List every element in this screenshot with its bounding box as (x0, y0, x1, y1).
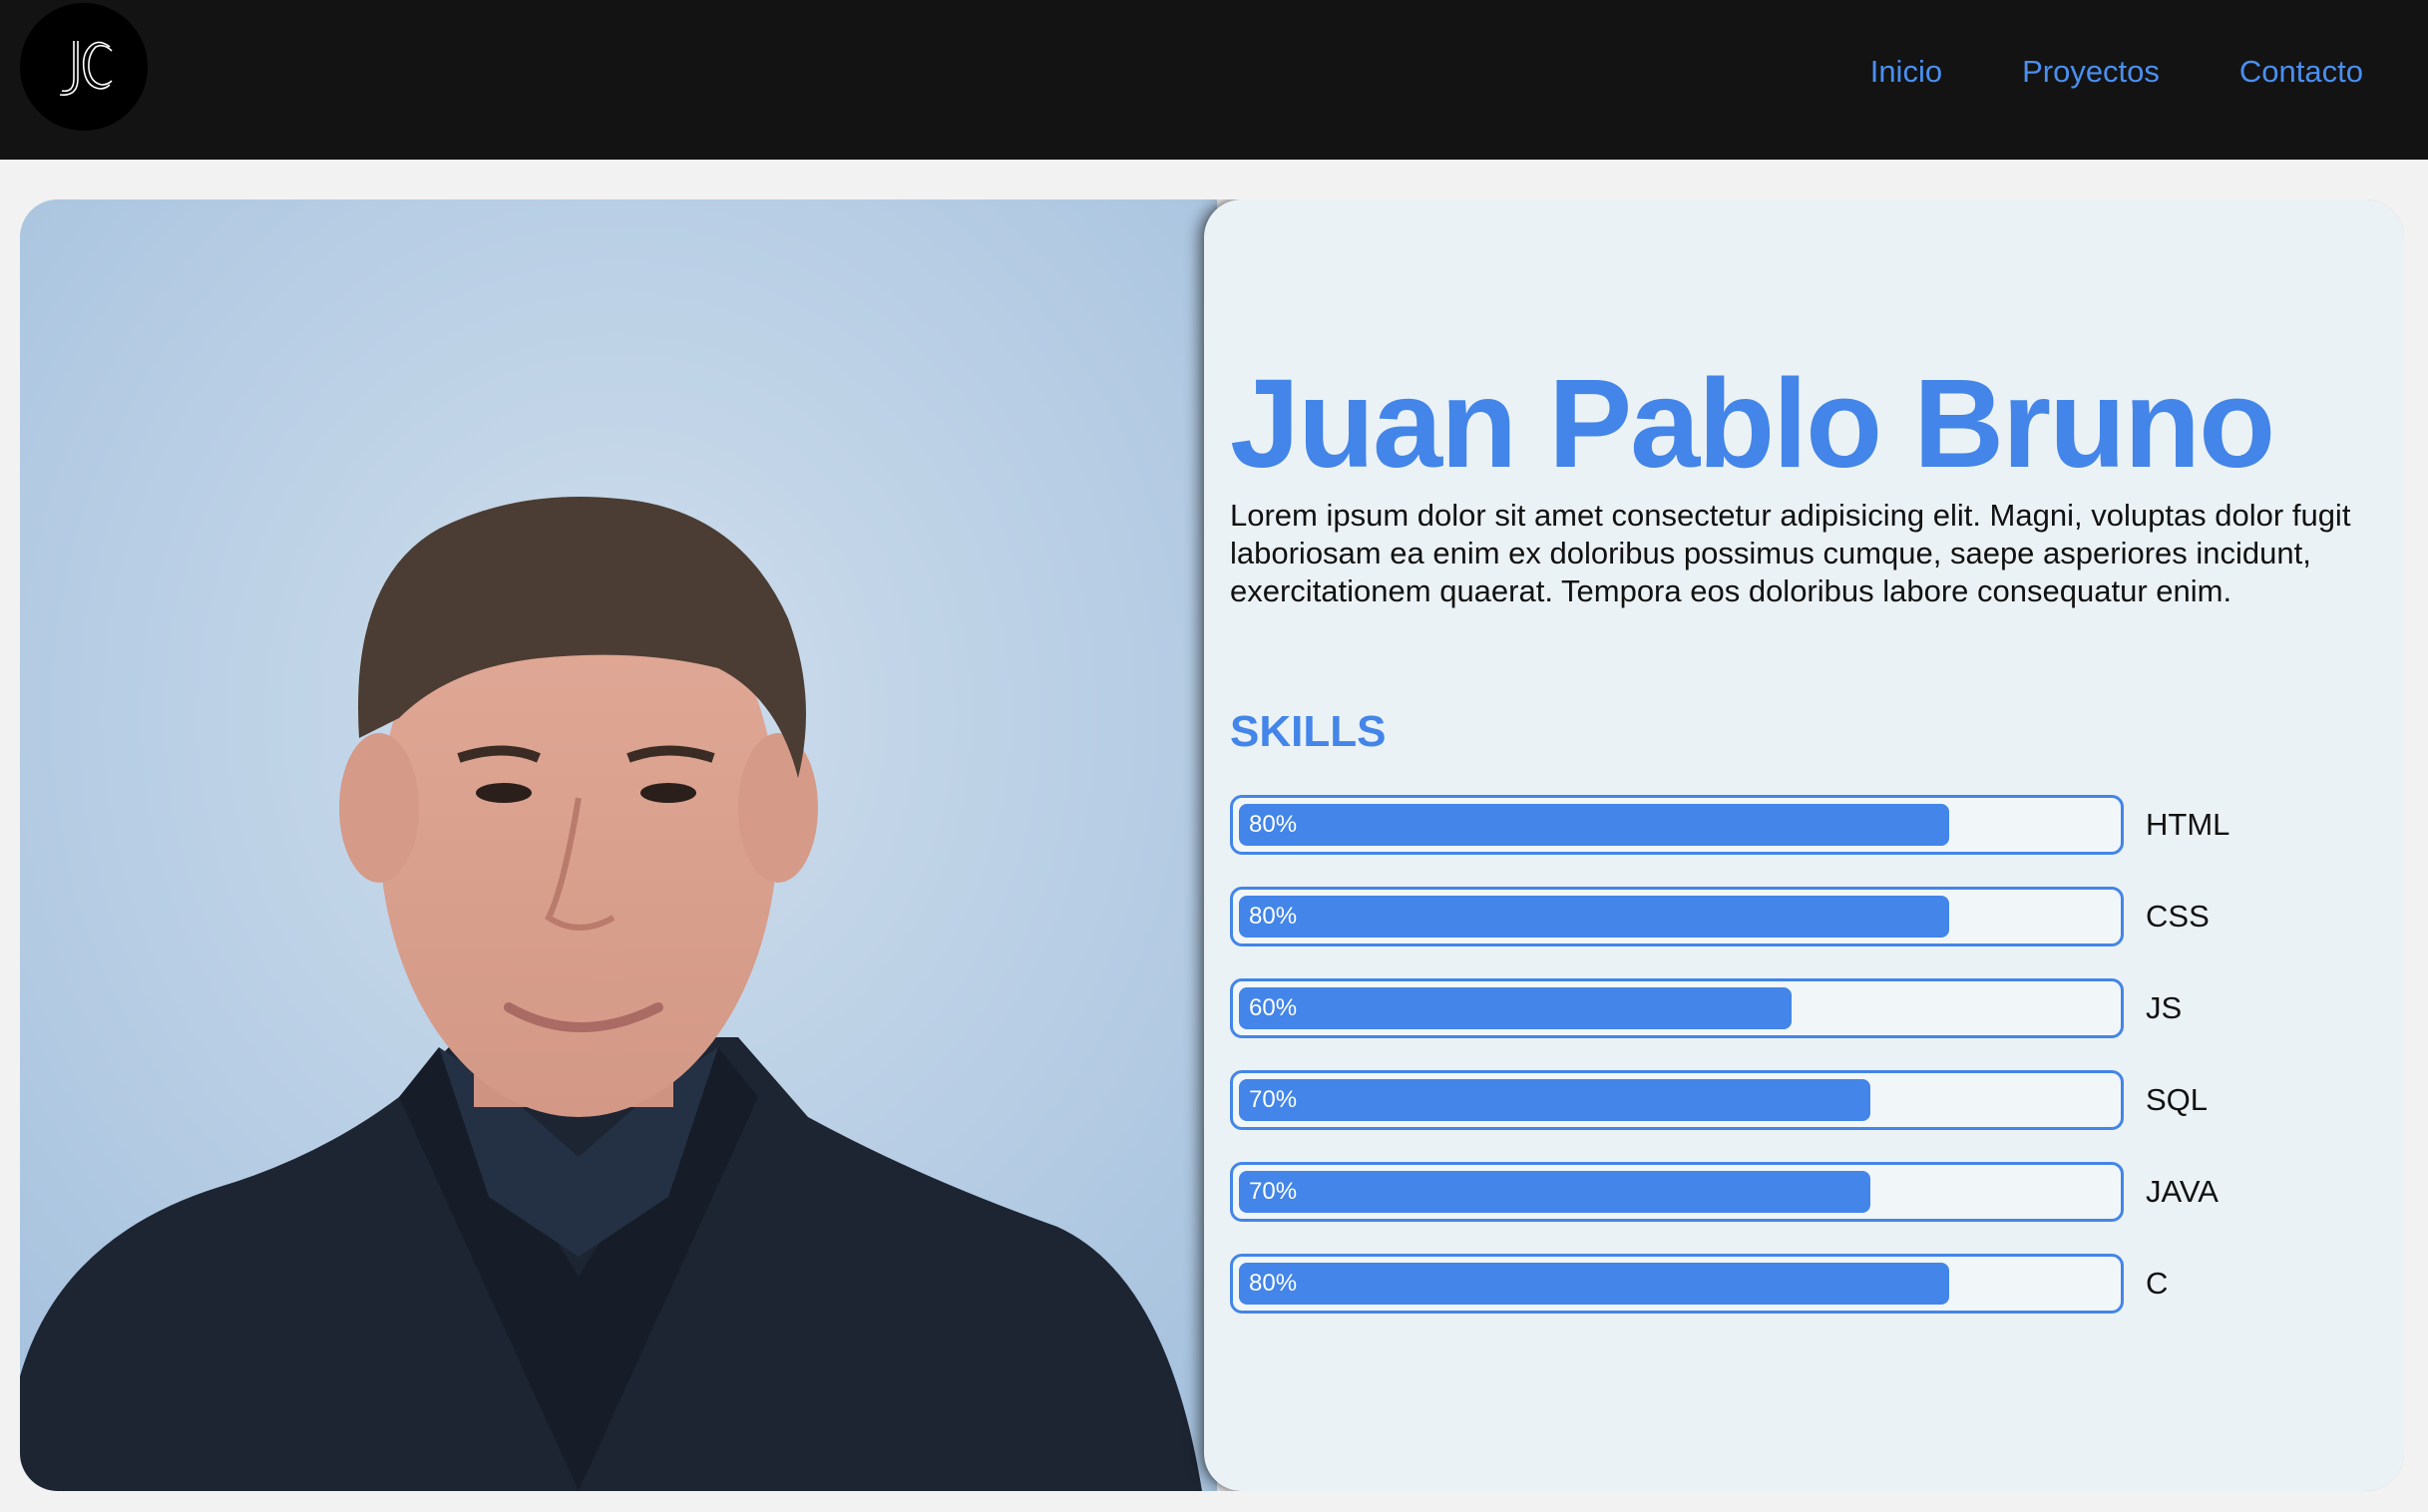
skill-name: CSS (2146, 899, 2210, 934)
skill-name: HTML (2146, 807, 2230, 842)
skill-name: JAVA (2146, 1174, 2219, 1209)
skill-name: SQL (2146, 1082, 2209, 1117)
skill-percent: 80% (1249, 903, 1298, 930)
skill-row-sql: 70% SQL (1230, 1070, 2377, 1130)
info-panel: Juan Pablo Bruno Lorem ipsum dolor sit a… (1204, 199, 2404, 1491)
main-nav: Inicio Proyectos Contacto (1870, 50, 2363, 94)
skill-bar-fill: 80% (1239, 896, 1949, 938)
skill-percent: 70% (1249, 1178, 1298, 1205)
skill-bar-track: 60% (1230, 978, 2124, 1038)
skill-bar-fill: 60% (1239, 987, 1792, 1029)
skill-percent: 80% (1249, 811, 1298, 838)
skill-percent: 60% (1249, 994, 1298, 1021)
skill-row-js: 60% JS (1230, 978, 2377, 1038)
skill-bar-track: 80% (1230, 1254, 2124, 1314)
skill-bar-track: 70% (1230, 1162, 2124, 1222)
profile-photo (20, 199, 1217, 1491)
skill-bar-fill: 70% (1239, 1079, 1870, 1121)
skill-bar-fill: 80% (1239, 1263, 1949, 1305)
skill-bar-fill: 70% (1239, 1171, 1870, 1213)
skill-name: JS (2146, 990, 2183, 1025)
skill-row-css: 80% CSS (1230, 887, 2377, 946)
skills-title: SKILLS (1230, 707, 1387, 756)
skill-row-html: 80% HTML (1230, 795, 2377, 855)
skill-percent: 80% (1249, 1270, 1298, 1297)
skill-bar-fill: 80% (1239, 804, 1949, 846)
skill-row-java: 70% JAVA (1230, 1162, 2377, 1222)
skill-row-c: 80% C (1230, 1254, 2377, 1314)
skill-bar-track: 80% (1230, 795, 2124, 855)
skill-bar-track: 70% (1230, 1070, 2124, 1130)
portrait-illustration (20, 199, 1217, 1491)
navbar: JC Inicio Proyectos Contacto (0, 0, 2428, 160)
skill-bar-track: 80% (1230, 887, 2124, 946)
nav-link-inicio[interactable]: Inicio (1870, 50, 1942, 94)
logo-icon (59, 41, 113, 96)
logo[interactable]: JC (20, 3, 148, 131)
profile-bio: Lorem ipsum dolor sit amet consectetur a… (1230, 498, 2351, 608)
nav-link-proyectos[interactable]: Proyectos (2022, 50, 2160, 94)
profile-name: Juan Pablo Bruno (1230, 353, 2275, 494)
nav-link-contacto[interactable]: Contacto (2239, 50, 2363, 94)
profile-card: Juan Pablo Bruno Lorem ipsum dolor sit a… (20, 199, 2404, 1491)
skill-name: C (2146, 1266, 2169, 1301)
skill-percent: 70% (1249, 1086, 1298, 1113)
